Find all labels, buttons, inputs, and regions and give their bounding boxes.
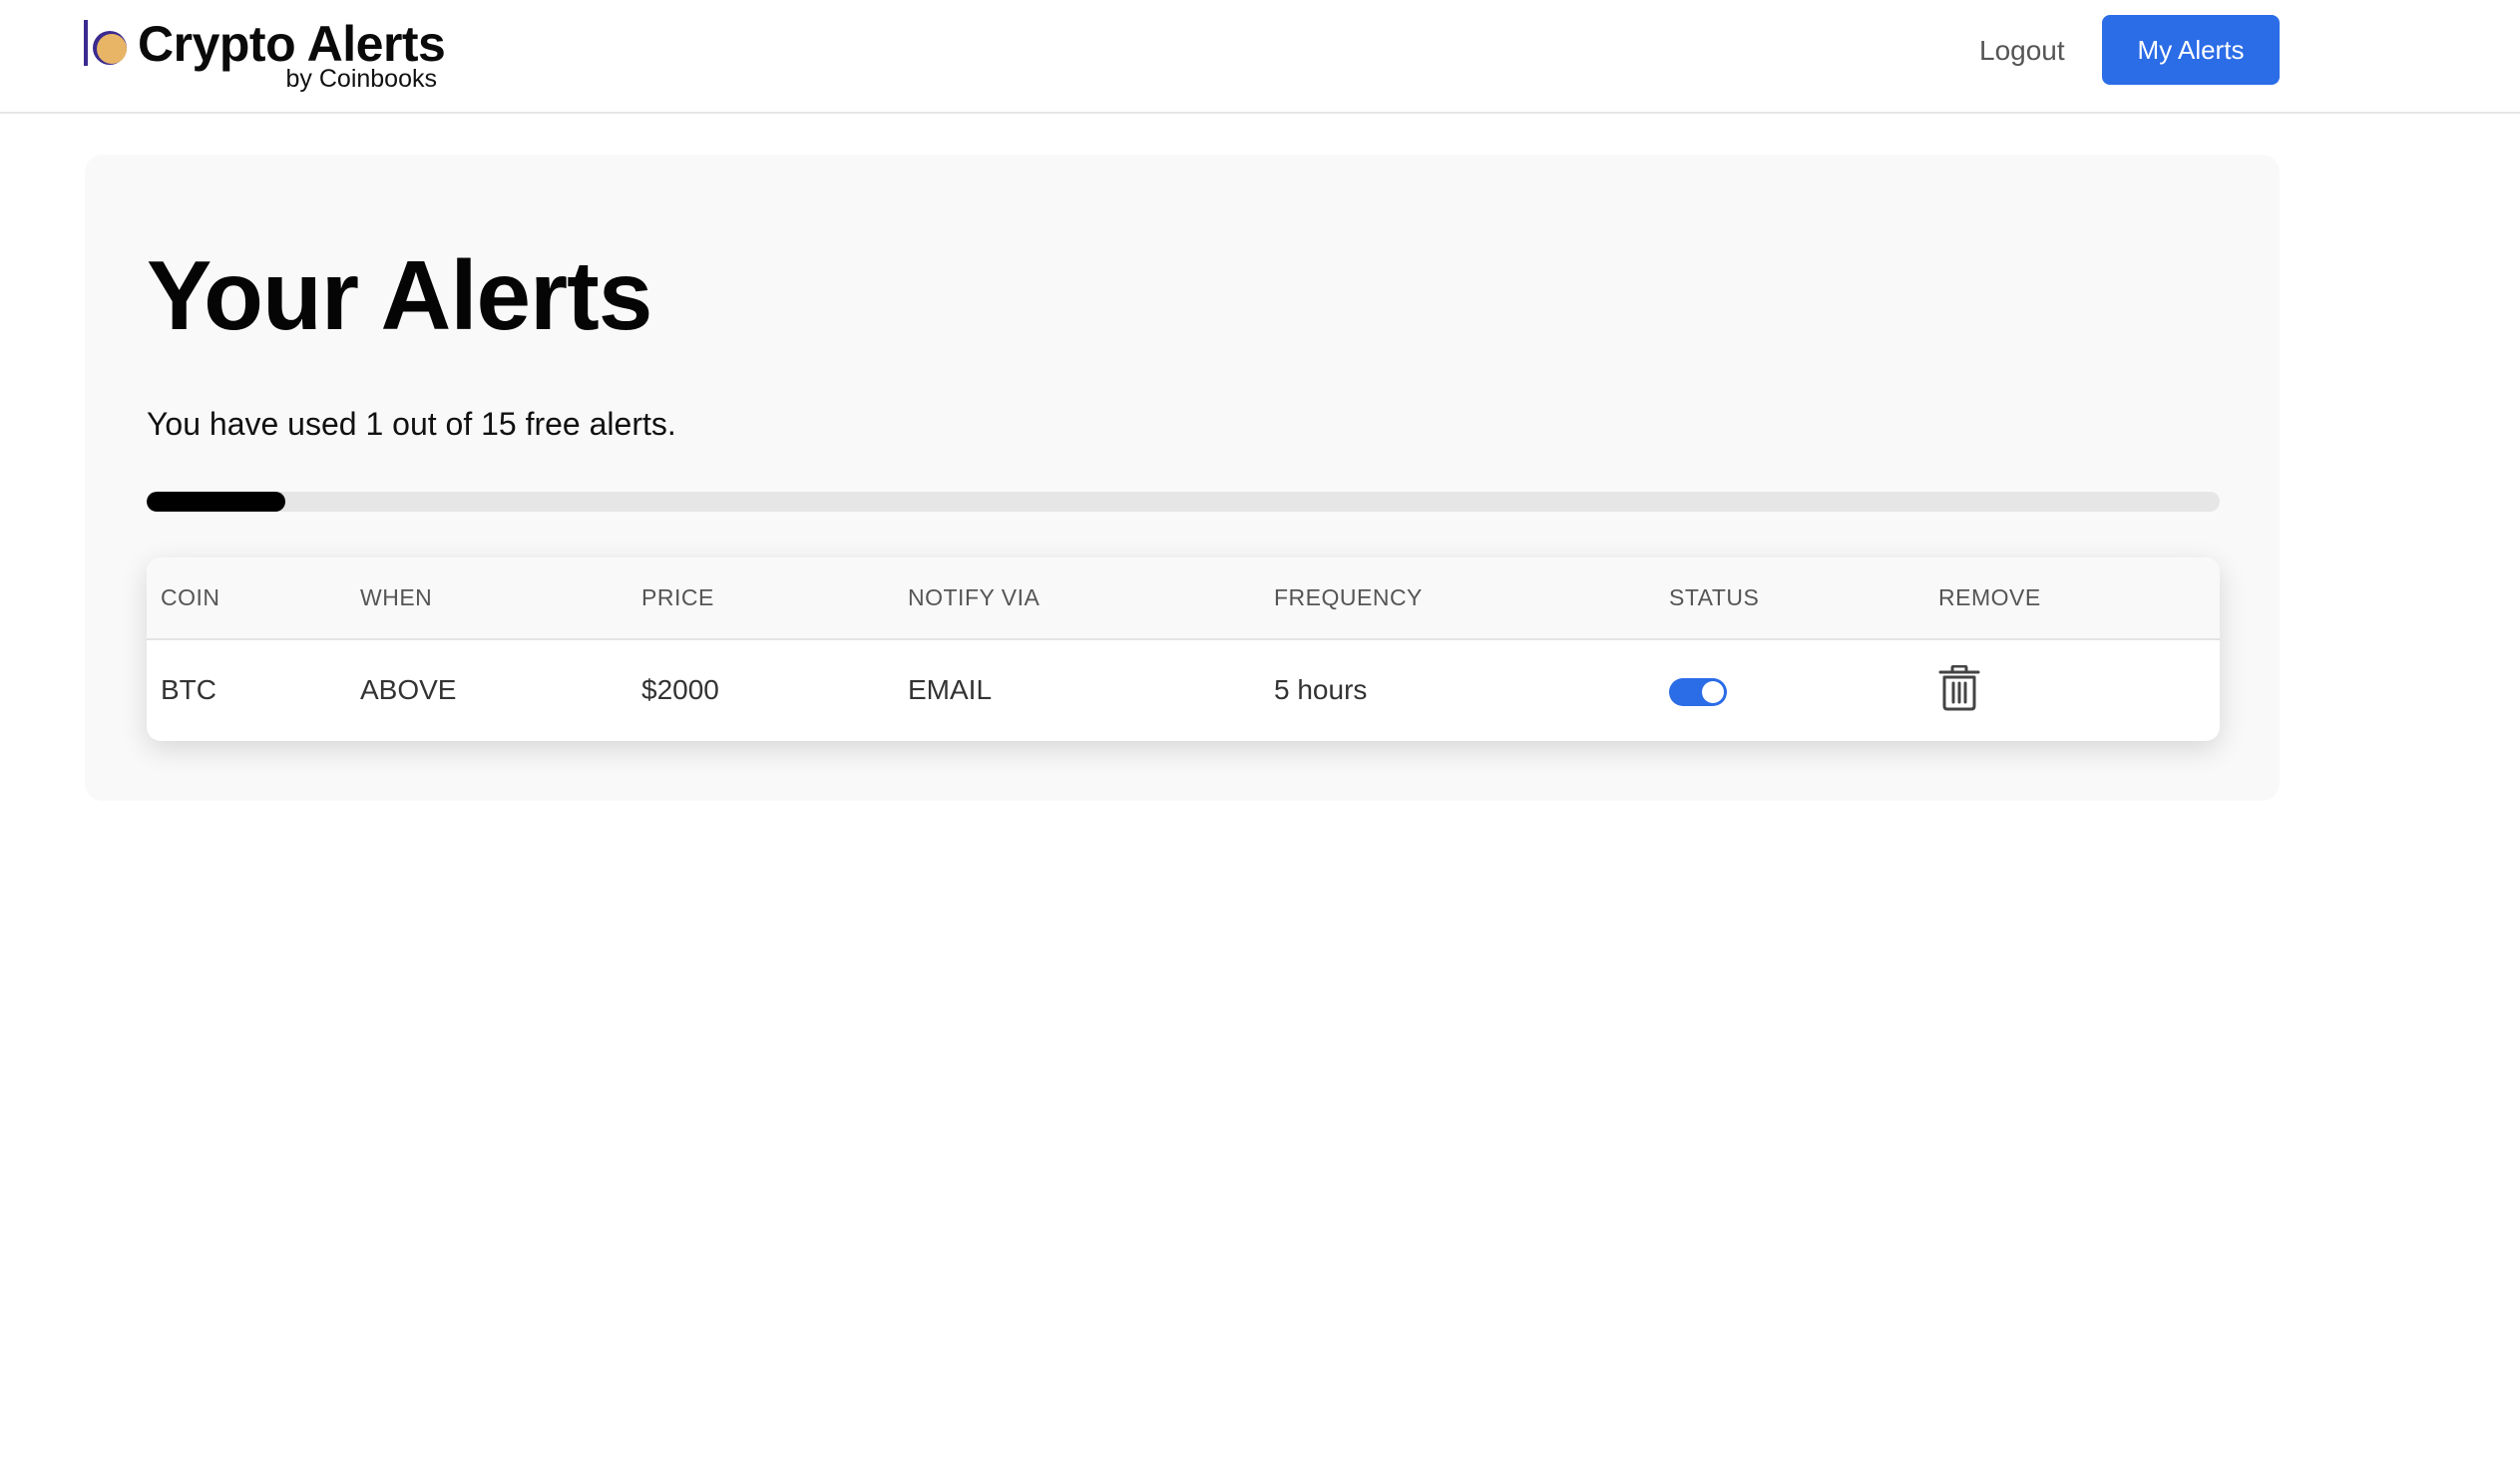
cell-when: ABOVE	[360, 673, 457, 705]
column-header-status: STATUS	[1655, 557, 1924, 640]
my-alerts-button[interactable]: My Alerts	[2102, 15, 2280, 85]
logout-link[interactable]: Logout	[1979, 28, 2065, 74]
brand-subtitle: by Coinbooks	[285, 65, 437, 93]
column-header-notify-via: NOTIFY VIA	[894, 557, 1260, 640]
alerts-table: COIN WHEN PRICE NOTIFY VIA FREQUENCY STA…	[147, 557, 2220, 739]
trash-icon[interactable]	[1938, 665, 1980, 711]
cell-frequency: 5 hours	[1274, 673, 1368, 705]
cell-notify-via: EMAIL	[908, 673, 993, 705]
alerts-card: Your Alerts You have used 1 out of 15 fr…	[85, 155, 2280, 801]
table-header: COIN WHEN PRICE NOTIFY VIA FREQUENCY STA…	[147, 557, 2220, 640]
usage-progress-fill	[147, 492, 285, 512]
column-header-remove: REMOVE	[1924, 557, 2220, 640]
status-toggle-knob	[1702, 681, 1724, 703]
table-header-row: COIN WHEN PRICE NOTIFY VIA FREQUENCY STA…	[147, 557, 2220, 640]
cell-coin: BTC	[161, 673, 216, 705]
column-header-when: WHEN	[346, 557, 628, 640]
page-title: Your Alerts	[147, 240, 652, 350]
cell-price: $2000	[641, 673, 719, 705]
cell-status	[1655, 639, 1924, 739]
alerts-table-container: COIN WHEN PRICE NOTIFY VIA FREQUENCY STA…	[147, 557, 2220, 741]
usage-text: You have used 1 out of 15 free alerts.	[147, 406, 676, 442]
column-header-price: PRICE	[628, 557, 894, 640]
column-header-coin: COIN	[147, 557, 346, 640]
column-header-frequency: FREQUENCY	[1260, 557, 1655, 640]
table-row: BTC ABOVE $2000 EMAIL 5 hours	[147, 639, 2220, 739]
status-toggle[interactable]	[1669, 678, 1727, 706]
brand-logo-link[interactable]: Crypto Alerts by Coinbooks	[84, 14, 463, 96]
usage-progress-bar	[147, 492, 2220, 512]
coinbooks-logo-icon	[84, 20, 127, 66]
navbar: Crypto Alerts by Coinbooks Logout My Ale…	[0, 0, 2520, 114]
cell-remove	[1924, 639, 2220, 739]
